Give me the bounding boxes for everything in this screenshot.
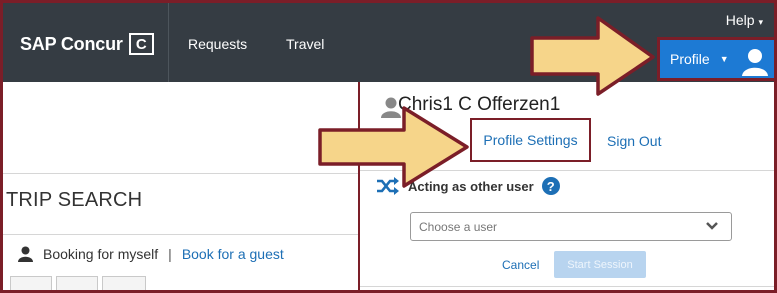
book-for-guest-link[interactable]: Book for a guest	[182, 246, 284, 262]
cancel-button[interactable]: Cancel	[502, 258, 539, 272]
help-circle-icon[interactable]: ?	[541, 177, 560, 195]
logo-mark: C	[128, 33, 154, 55]
profile-button[interactable]: Profile ▼	[657, 37, 777, 81]
search-tab-hotel[interactable]	[56, 276, 98, 293]
help-menu[interactable]: Help ▾	[726, 12, 763, 28]
nav-requests[interactable]: Requests	[188, 36, 247, 52]
person-icon	[18, 246, 33, 262]
search-tab-car[interactable]	[102, 276, 146, 293]
help-label: Help	[725, 12, 755, 28]
divider	[360, 286, 777, 287]
profile-settings-link[interactable]: Profile Settings	[470, 118, 591, 162]
divider	[0, 234, 358, 235]
nav-divider	[168, 0, 169, 82]
separator: |	[168, 246, 172, 262]
nav-travel[interactable]: Travel	[286, 36, 324, 52]
profile-label: Profile	[670, 51, 710, 67]
choose-user-select[interactable]: Choose a user	[410, 212, 732, 241]
booking-options: Booking for myself | Book for a guest	[18, 246, 284, 262]
chevron-down-icon: ▾	[758, 17, 763, 27]
annotation-arrow-icon	[318, 106, 469, 188]
start-session-button[interactable]: Start Session	[554, 251, 646, 278]
avatar-icon	[742, 49, 768, 76]
left-empty-area	[0, 82, 358, 174]
chevron-down-icon	[706, 222, 718, 230]
booking-for-myself[interactable]: Booking for myself	[43, 246, 158, 262]
select-placeholder: Choose a user	[419, 219, 498, 234]
sap-concur-logo[interactable]: SAP Concur C	[20, 33, 154, 55]
annotation-arrow-icon	[530, 16, 655, 96]
sign-out-link[interactable]: Sign Out	[607, 133, 661, 149]
top-navigation-bar: SAP Concur C Requests Travel Help ▾ Prof…	[0, 0, 777, 82]
search-tab-flight[interactable]	[10, 276, 52, 293]
logo-text: SAP Concur	[20, 33, 123, 54]
chevron-down-icon: ▼	[719, 54, 729, 64]
trip-search-heading: TRIP SEARCH	[6, 189, 143, 211]
